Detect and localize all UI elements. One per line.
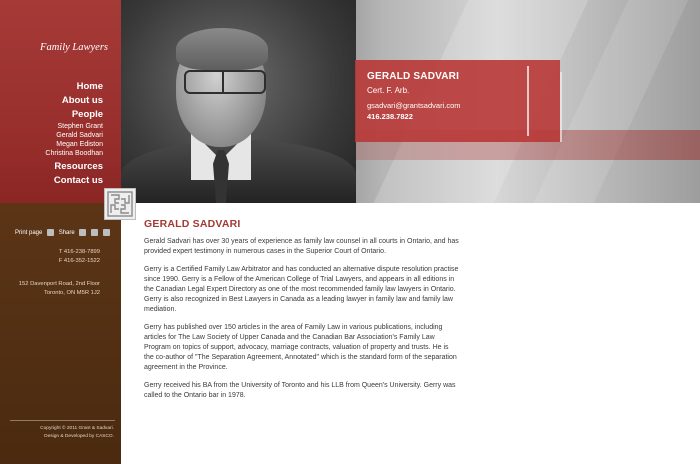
bio-content: GERALD SADVARI Gerald Sadvari has over 3… [144, 219, 460, 409]
facebook-icon[interactable] [102, 229, 110, 236]
print-page-link[interactable]: Print page [15, 230, 42, 236]
nav-people-stephen-grant[interactable]: Stephen Grant [0, 122, 103, 131]
phone-number: T 416-238-7899 [58, 249, 100, 255]
nav-home[interactable]: Home [0, 80, 103, 94]
profile-email-link[interactable]: gsadvari@grantsadvari.com [367, 101, 461, 110]
nav-resources[interactable]: Resources [0, 160, 103, 174]
infobox-outline [560, 72, 700, 142]
photo-hair [176, 28, 268, 70]
bio-paragraph: Gerry is a Certified Family Law Arbitrat… [144, 266, 459, 313]
profile-name: GERALD SADVARI [367, 71, 460, 82]
photo-glasses [184, 70, 266, 94]
contact-details: T 416-238-7899 F 416-352-1522 152 Davenp… [0, 248, 100, 298]
profile-credential: Cert. F. Arb. [367, 86, 410, 95]
address-line-1: 152 Davenport Road, 2nd Floor [18, 281, 100, 287]
page-tools: Print page Share [15, 229, 113, 236]
bio-paragraph: Gerry received his BA from the Universit… [144, 382, 456, 399]
nav-about[interactable]: About us [0, 94, 103, 108]
nav-people-christina-boodhan[interactable]: Christina Boodhan [0, 149, 103, 158]
linkedin-icon[interactable] [79, 229, 87, 236]
share-label: Share [58, 229, 75, 236]
profile-photo [121, 0, 356, 203]
site-tagline: Family Lawyers [40, 42, 108, 53]
nav-contact[interactable]: Contact us [0, 174, 103, 188]
twitter-icon[interactable] [91, 229, 99, 236]
nav-people-megan-ediston[interactable]: Megan Ediston [0, 140, 103, 149]
footer-divider [10, 420, 115, 421]
page-title: GERALD SADVARI [144, 218, 241, 230]
copyright-text: Copyright © 2011 Grant & Sadvari. [40, 426, 114, 431]
print-icon[interactable] [47, 229, 55, 236]
address-line-2: Toronto, ON M5R 1J2 [43, 290, 100, 296]
nav-people[interactable]: People [0, 108, 103, 122]
profile-phone: 416.238.7822 [367, 112, 413, 121]
main-navigation: Home About us People Stephen Grant Geral… [0, 80, 103, 188]
copyright-notice: Copyright © 2011 Grant & Sadvari. Design… [0, 425, 114, 441]
bio-paragraph: Gerald Sadvari has over 30 years of expe… [144, 238, 459, 255]
nav-people-gerald-sadvari[interactable]: Gerald Sadvari [0, 131, 103, 140]
firm-logo-icon[interactable] [104, 188, 136, 220]
bio-paragraph: Gerry has published over 150 articles in… [144, 324, 457, 371]
profile-info-box: GERALD SADVARI Cert. F. Arb. gsadvari@gr… [355, 60, 562, 142]
infobox-divider [527, 66, 529, 136]
fax-number: F 416-352-1522 [58, 258, 100, 264]
design-credit-link[interactable]: Design & Developed by CASCO. [0, 433, 114, 441]
